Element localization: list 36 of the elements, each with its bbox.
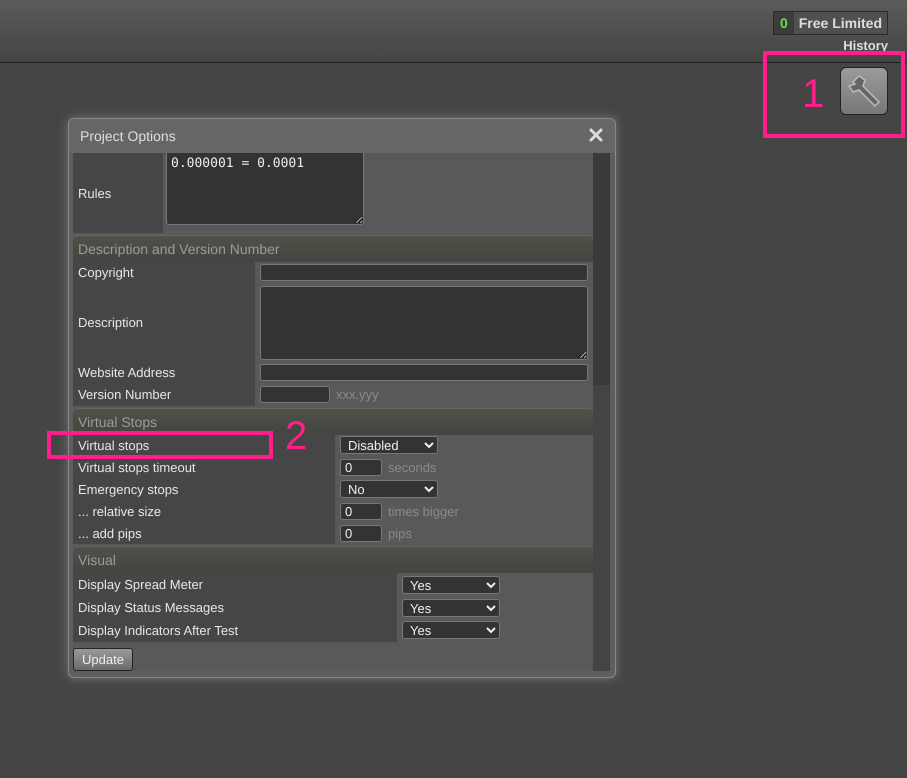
input-field[interactable] [260, 386, 330, 404]
settings-button[interactable] [840, 67, 888, 115]
input-field[interactable]: 0 [340, 502, 382, 520]
field-label: Rules [73, 153, 163, 233]
field-label: Display Spread Meter [73, 573, 397, 596]
field-label: Description [73, 284, 255, 362]
text-area[interactable] [260, 286, 588, 360]
history-link[interactable]: History [843, 38, 888, 53]
section-header: Description and Version Number [73, 235, 593, 262]
plan-label: Free Limited [798, 15, 883, 31]
field-label: Website Address [73, 362, 255, 384]
plan-badge[interactable]: 0 Free Limited [772, 11, 888, 35]
dropdown[interactable]: No [340, 480, 438, 498]
dropdown[interactable]: Yes [402, 598, 500, 617]
field-label: ... relative size [73, 500, 335, 522]
dialog-title: Project Options [80, 128, 176, 144]
dropdown[interactable]: Yes [402, 621, 500, 640]
input-field[interactable]: 0 [340, 524, 382, 542]
field-label: Copyright [73, 262, 255, 284]
text-field[interactable] [260, 364, 588, 382]
input-field[interactable]: 0 [340, 458, 382, 476]
field-label: Display Indicators After Test [73, 619, 397, 642]
scrollbar[interactable] [593, 153, 610, 671]
text-field[interactable] [260, 264, 588, 282]
annotation-number: 1 [802, 74, 824, 114]
wrench-icon [845, 72, 883, 110]
count-text: 0 [774, 12, 794, 34]
rules-text-area[interactable]: 0.000001 = 0.0001 [166, 153, 364, 225]
field-label: Version Number [73, 384, 255, 406]
dropdown[interactable]: Yes [402, 576, 500, 594]
section-header: Visual [73, 546, 593, 574]
field-label: Virtual stops timeout [73, 456, 335, 478]
field-label: Emergency stops [73, 478, 335, 500]
field-label: ... add pips [73, 522, 335, 544]
field-label: Display Status Messages [73, 596, 397, 619]
dropdown[interactable]: Disabled [340, 436, 438, 454]
